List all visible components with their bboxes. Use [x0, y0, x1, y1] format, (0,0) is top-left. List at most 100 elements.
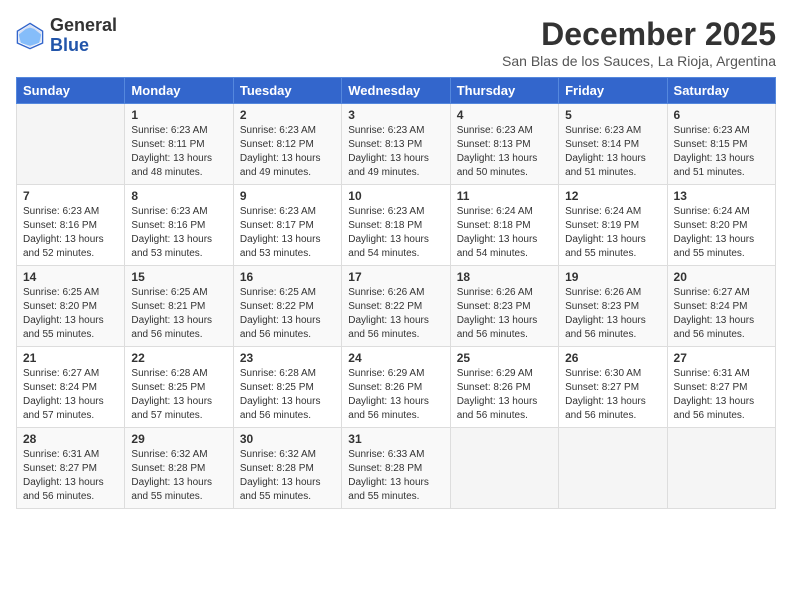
col-saturday: Saturday	[667, 78, 775, 104]
day-info: Sunrise: 6:26 AM Sunset: 8:22 PM Dayligh…	[348, 286, 443, 342]
day-number: 22	[131, 351, 226, 365]
day-info: Sunrise: 6:32 AM Sunset: 8:28 PM Dayligh…	[240, 448, 335, 504]
col-friday: Friday	[559, 78, 667, 104]
day-info: Sunrise: 6:31 AM Sunset: 8:27 PM Dayligh…	[23, 448, 118, 504]
month-title: December 2025	[502, 16, 776, 53]
day-number: 14	[23, 270, 118, 284]
day-info: Sunrise: 6:25 AM Sunset: 8:20 PM Dayligh…	[23, 286, 118, 342]
day-number: 18	[457, 270, 552, 284]
table-row: 30 Sunrise: 6:32 AM Sunset: 8:28 PM Dayli…	[233, 428, 341, 509]
table-row: 17 Sunrise: 6:26 AM Sunset: 8:22 PM Dayli…	[342, 266, 450, 347]
col-thursday: Thursday	[450, 78, 558, 104]
table-row: 25Sunrise: 6:29 AM Sunset: 8:26 PM Dayli…	[450, 347, 558, 428]
day-number: 21	[23, 351, 118, 365]
table-row: 21 Sunrise: 6:27 AM Sunset: 8:24 PM Dayli…	[17, 347, 125, 428]
day-info: Sunrise: 6:29 AM Sunset: 8:26 PM Dayligh…	[348, 367, 443, 423]
day-info: Sunrise: 6:25 AM Sunset: 8:22 PM Dayligh…	[240, 286, 335, 342]
day-number: 29	[131, 432, 226, 446]
col-wednesday: Wednesday	[342, 78, 450, 104]
logo-text: General Blue	[50, 16, 117, 56]
day-number: 6	[674, 108, 769, 122]
logo-blue: Blue	[50, 36, 117, 56]
table-row	[667, 428, 775, 509]
day-number: 27	[674, 351, 769, 365]
table-row: 2 Sunrise: 6:23 AM Sunset: 8:12 PM Daylig…	[233, 104, 341, 185]
table-row: 19Sunrise: 6:26 AM Sunset: 8:23 PM Dayli…	[559, 266, 667, 347]
day-info: Sunrise: 6:23 AM Sunset: 8:18 PM Dayligh…	[348, 205, 443, 261]
day-info: Sunrise: 6:23 AM Sunset: 8:17 PM Dayligh…	[240, 205, 335, 261]
day-info: Sunrise: 6:23 AM Sunset: 8:12 PM Dayligh…	[240, 124, 335, 180]
day-number: 24	[348, 351, 443, 365]
calendar-week-5: 28 Sunrise: 6:31 AM Sunset: 8:27 PM Dayli…	[17, 428, 776, 509]
table-row: 12 Sunrise: 6:24 AM Sunset: 8:19 PM Dayli…	[559, 185, 667, 266]
day-number: 3	[348, 108, 443, 122]
table-row: 23 Sunrise: 6:28 AM Sunset: 8:25 PM Dayli…	[233, 347, 341, 428]
day-info: Sunrise: 6:23 AM Sunset: 8:15 PM Dayligh…	[674, 124, 769, 180]
day-info: Sunrise: 6:24 AM Sunset: 8:18 PM Dayligh…	[457, 205, 552, 261]
day-number: 5	[565, 108, 660, 122]
day-number: 9	[240, 189, 335, 203]
day-info: Sunrise: 6:33 AM Sunset: 8:28 PM Dayligh…	[348, 448, 443, 504]
day-number: 2	[240, 108, 335, 122]
day-info: Sunrise: 6:25 AM Sunset: 8:21 PM Dayligh…	[131, 286, 226, 342]
table-row	[450, 428, 558, 509]
day-info: Sunrise: 6:27 AM Sunset: 8:24 PM Dayligh…	[23, 367, 118, 423]
day-number: 15	[131, 270, 226, 284]
table-row	[17, 104, 125, 185]
day-number: 8	[131, 189, 226, 203]
calendar-week-1: 1 Sunrise: 6:23 AM Sunset: 8:11 PM Daylig…	[17, 104, 776, 185]
day-number: 26	[565, 351, 660, 365]
day-info: Sunrise: 6:23 AM Sunset: 8:11 PM Dayligh…	[131, 124, 226, 180]
logo-icon	[16, 22, 44, 50]
day-number: 28	[23, 432, 118, 446]
table-row: 6 Sunrise: 6:23 AM Sunset: 8:15 PM Daylig…	[667, 104, 775, 185]
day-info: Sunrise: 6:30 AM Sunset: 8:27 PM Dayligh…	[565, 367, 660, 423]
table-row: 26 Sunrise: 6:30 AM Sunset: 8:27 PM Dayli…	[559, 347, 667, 428]
day-number: 31	[348, 432, 443, 446]
day-info: Sunrise: 6:26 AM Sunset: 8:23 PM Dayligh…	[457, 286, 552, 342]
table-row: 9 Sunrise: 6:23 AM Sunset: 8:17 PM Daylig…	[233, 185, 341, 266]
day-number: 10	[348, 189, 443, 203]
col-sunday: Sunday	[17, 78, 125, 104]
day-info: Sunrise: 6:28 AM Sunset: 8:25 PM Dayligh…	[240, 367, 335, 423]
day-info: Sunrise: 6:23 AM Sunset: 8:13 PM Dayligh…	[348, 124, 443, 180]
day-number: 30	[240, 432, 335, 446]
table-row: 29 Sunrise: 6:32 AM Sunset: 8:28 PM Dayli…	[125, 428, 233, 509]
day-number: 4	[457, 108, 552, 122]
table-row: 22 Sunrise: 6:28 AM Sunset: 8:25 PM Dayli…	[125, 347, 233, 428]
day-number: 19	[565, 270, 660, 284]
day-info: Sunrise: 6:23 AM Sunset: 8:16 PM Dayligh…	[23, 205, 118, 261]
day-info: Sunrise: 6:23 AM Sunset: 8:13 PM Dayligh…	[457, 124, 552, 180]
col-tuesday: Tuesday	[233, 78, 341, 104]
page-header: General Blue December 2025 San Blas de l…	[16, 16, 776, 69]
day-info: Sunrise: 6:24 AM Sunset: 8:19 PM Dayligh…	[565, 205, 660, 261]
table-row: 16 Sunrise: 6:25 AM Sunset: 8:22 PM Dayli…	[233, 266, 341, 347]
day-number: 1	[131, 108, 226, 122]
day-number: 12	[565, 189, 660, 203]
table-row: 1 Sunrise: 6:23 AM Sunset: 8:11 PM Daylig…	[125, 104, 233, 185]
day-number: 20	[674, 270, 769, 284]
table-row	[559, 428, 667, 509]
day-number: 16	[240, 270, 335, 284]
day-number: 23	[240, 351, 335, 365]
day-number: 11	[457, 189, 552, 203]
table-row: 28 Sunrise: 6:31 AM Sunset: 8:27 PM Dayli…	[17, 428, 125, 509]
table-row: 27Sunrise: 6:31 AM Sunset: 8:27 PM Dayli…	[667, 347, 775, 428]
calendar-week-2: 7Sunrise: 6:23 AM Sunset: 8:16 PM Daylig…	[17, 185, 776, 266]
day-number: 17	[348, 270, 443, 284]
table-row: 13Sunrise: 6:24 AM Sunset: 8:20 PM Dayli…	[667, 185, 775, 266]
table-row: 31 Sunrise: 6:33 AM Sunset: 8:28 PM Dayli…	[342, 428, 450, 509]
day-info: Sunrise: 6:29 AM Sunset: 8:26 PM Dayligh…	[457, 367, 552, 423]
table-row: 24 Sunrise: 6:29 AM Sunset: 8:26 PM Dayli…	[342, 347, 450, 428]
table-row: 5Sunrise: 6:23 AM Sunset: 8:14 PM Daylig…	[559, 104, 667, 185]
logo: General Blue	[16, 16, 117, 56]
table-row: 15 Sunrise: 6:25 AM Sunset: 8:21 PM Dayli…	[125, 266, 233, 347]
day-info: Sunrise: 6:32 AM Sunset: 8:28 PM Dayligh…	[131, 448, 226, 504]
table-row: 20Sunrise: 6:27 AM Sunset: 8:24 PM Dayli…	[667, 266, 775, 347]
calendar-week-4: 21 Sunrise: 6:27 AM Sunset: 8:24 PM Dayli…	[17, 347, 776, 428]
table-row: 14 Sunrise: 6:25 AM Sunset: 8:20 PM Dayli…	[17, 266, 125, 347]
day-info: Sunrise: 6:23 AM Sunset: 8:16 PM Dayligh…	[131, 205, 226, 261]
location-subtitle: San Blas de los Sauces, La Rioja, Argent…	[502, 53, 776, 69]
calendar-table: Sunday Monday Tuesday Wednesday Thursday…	[16, 77, 776, 509]
day-info: Sunrise: 6:28 AM Sunset: 8:25 PM Dayligh…	[131, 367, 226, 423]
